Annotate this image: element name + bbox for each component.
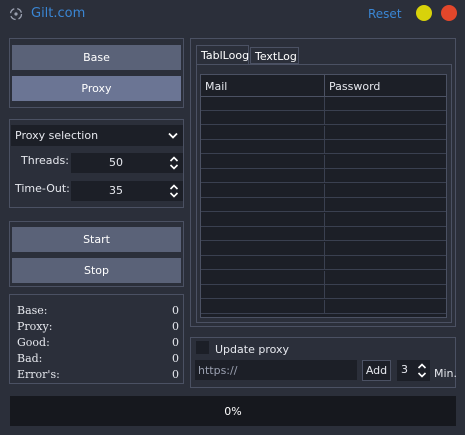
title-bar: Gilt.com Reset: [0, 0, 465, 30]
stat-proxy-label: Proxy:: [17, 320, 53, 333]
stat-bad-value: 0: [172, 352, 179, 365]
stat-bad-label: Bad:: [17, 352, 43, 365]
interval-value: 3: [401, 363, 408, 376]
stat-proxy-value: 0: [172, 320, 179, 333]
stepper-arrows-icon[interactable]: [417, 362, 427, 379]
stat-good-label: Good:: [17, 336, 50, 349]
tab-tablloog[interactable]: TablLoog: [196, 45, 249, 64]
proxy-url-input[interactable]: [195, 360, 357, 380]
stepper-arrows-icon[interactable]: [169, 155, 179, 171]
update-proxy-checkbox[interactable]: [196, 341, 209, 354]
table-row: [201, 300, 446, 314]
threads-label: Threads:: [21, 154, 69, 167]
table-row: [201, 242, 446, 256]
threads-stepper[interactable]: 50: [71, 153, 183, 173]
sparkle-icon: [9, 7, 23, 21]
table-row: [201, 227, 446, 241]
interval-unit-label: Min.: [434, 367, 458, 380]
table-row: [201, 213, 446, 227]
threads-value: 50: [109, 156, 123, 169]
stat-base-value: 0: [172, 304, 179, 317]
interval-stepper[interactable]: 3: [397, 360, 430, 381]
table-row: [201, 97, 446, 111]
table-row: [201, 126, 446, 140]
tab-textlog[interactable]: TextLog: [250, 47, 299, 64]
table-row: [201, 285, 446, 299]
table-row: [201, 271, 446, 285]
log-table[interactable]: Mail Password: [200, 74, 447, 318]
table-row: [201, 140, 446, 154]
stat-good-value: 0: [172, 336, 179, 349]
add-button[interactable]: Add: [362, 360, 391, 381]
table-row: [201, 155, 446, 169]
proxy-selection-dropdown[interactable]: Proxy selection: [11, 125, 183, 146]
stop-button[interactable]: Stop: [12, 258, 181, 283]
stepper-arrows-icon[interactable]: [169, 183, 179, 199]
timeout-stepper[interactable]: 35: [71, 181, 183, 201]
column-header-mail[interactable]: Mail: [201, 75, 325, 97]
update-proxy-label: Update proxy: [215, 343, 290, 356]
start-button[interactable]: Start: [12, 227, 181, 252]
timeout-label: Time-Out:: [15, 182, 70, 195]
timeout-value: 35: [109, 184, 123, 197]
column-header-password[interactable]: Password: [325, 75, 446, 97]
chevron-down-icon: [168, 132, 178, 139]
stat-base-label: Base:: [17, 304, 48, 317]
reset-link[interactable]: Reset: [368, 7, 402, 21]
app-title: Gilt.com: [31, 6, 86, 21]
proxy-mode-button[interactable]: Proxy: [12, 76, 181, 101]
progress-text: 0%: [224, 405, 242, 418]
proxy-selection-value: Proxy selection: [15, 129, 99, 142]
stats-panel: Base: 0 Proxy: 0 Good: 0 Bad: 0 Error's:…: [9, 294, 184, 384]
table-row: [201, 184, 446, 198]
base-mode-button[interactable]: Base: [12, 45, 181, 70]
minimize-button[interactable]: [416, 5, 432, 21]
stat-errors-label: Error's:: [17, 368, 60, 381]
table-row: [201, 111, 446, 125]
table-row: [201, 169, 446, 183]
progress-bar: 0%: [10, 396, 456, 426]
table-row: [201, 256, 446, 270]
table-row: [201, 198, 446, 212]
close-button[interactable]: [441, 5, 457, 21]
stat-errors-value: 0: [172, 368, 179, 381]
